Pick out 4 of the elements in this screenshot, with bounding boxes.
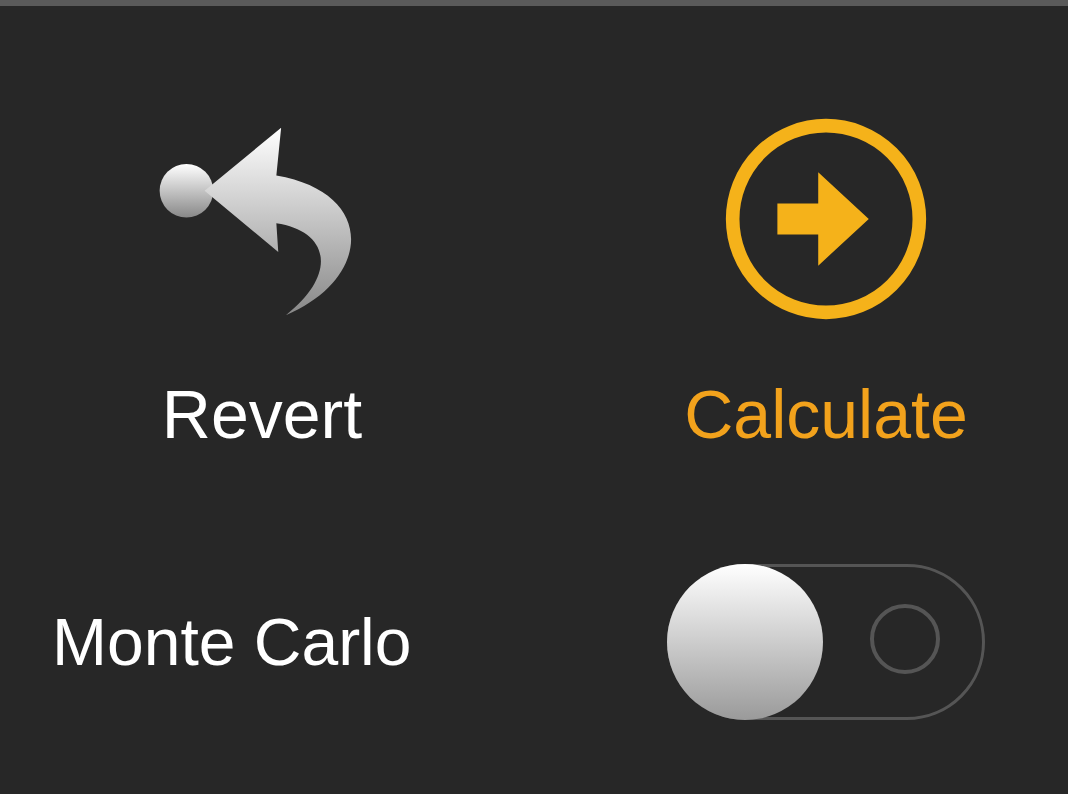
toggle-label: Monte Carlo bbox=[51, 604, 413, 680]
calculate-button[interactable]: Calculate bbox=[684, 114, 968, 454]
toggle-switch[interactable] bbox=[667, 564, 985, 720]
revert-button[interactable]: Revert bbox=[152, 114, 372, 454]
